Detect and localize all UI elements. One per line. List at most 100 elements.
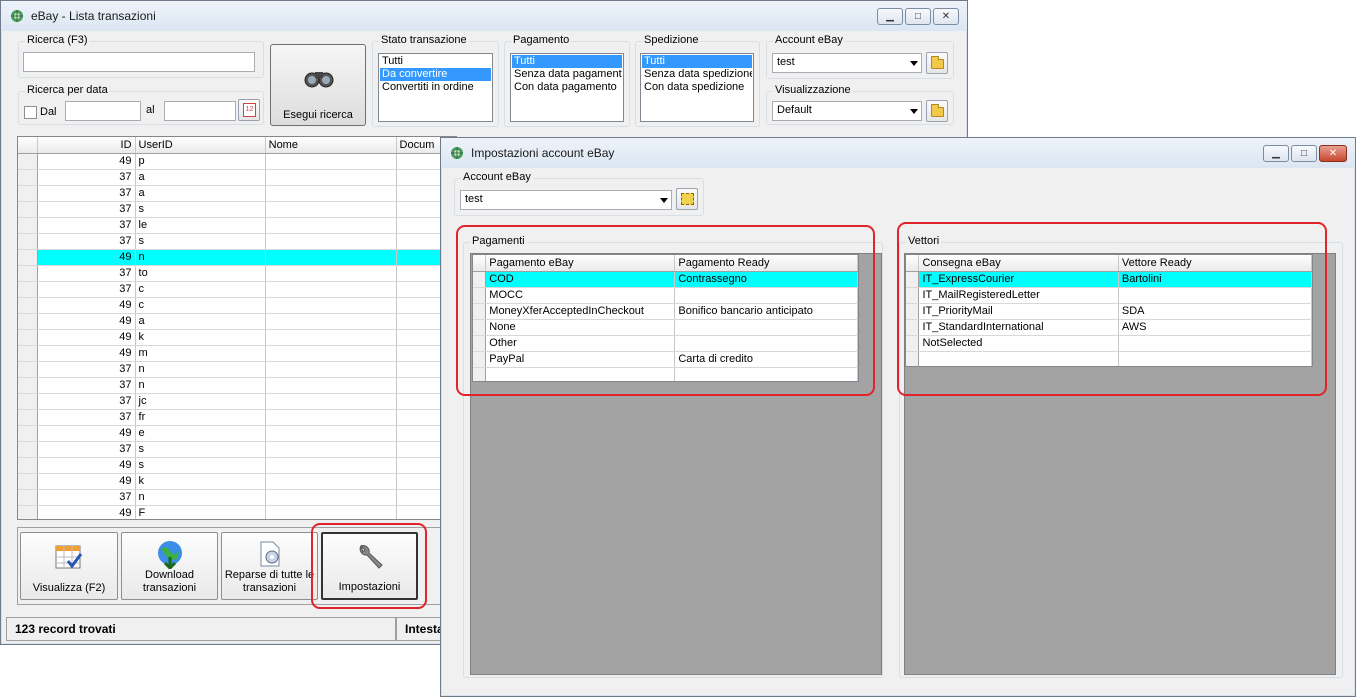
reparse-button[interactable]: Reparse di tutte le transazioni [221, 532, 318, 600]
close-button[interactable]: ✕ [1319, 145, 1347, 162]
view-folder-button[interactable] [926, 100, 948, 122]
id-cell[interactable]: 37 [37, 233, 136, 250]
table-row[interactable]: 49 a [18, 313, 456, 330]
table-row[interactable]: 37 s [18, 201, 456, 218]
row-header[interactable] [18, 377, 39, 394]
id-cell[interactable]: 49 [37, 249, 136, 266]
row-header[interactable] [18, 249, 39, 266]
userid-cell[interactable]: s [135, 441, 266, 458]
maximize-button[interactable]: □ [905, 8, 931, 25]
userid-cell[interactable]: a [135, 185, 266, 202]
nome-cell[interactable] [265, 409, 397, 426]
table-row[interactable]: 49 k [18, 329, 456, 346]
userid-cell[interactable]: n [135, 361, 266, 378]
id-cell[interactable]: 49 [37, 313, 136, 330]
status-option[interactable]: Convertiti in ordine [380, 81, 491, 94]
shipping-option[interactable]: Tutti [642, 55, 752, 68]
id-cell[interactable]: 37 [37, 361, 136, 378]
userid-cell[interactable]: n [135, 249, 266, 266]
nome-cell[interactable] [265, 313, 397, 330]
row-header[interactable] [18, 281, 39, 298]
userid-cell[interactable]: to [135, 265, 266, 282]
userid-cell[interactable]: a [135, 169, 266, 186]
id-cell[interactable]: 49 [37, 457, 136, 474]
table-row[interactable]: 37 a [18, 169, 456, 186]
account-select[interactable]: test [772, 53, 922, 73]
nome-cell[interactable] [265, 169, 397, 186]
table-row[interactable]: 49 p [18, 153, 456, 170]
userid-cell[interactable]: m [135, 345, 266, 362]
nome-cell[interactable] [265, 297, 397, 314]
view-select[interactable]: Default [772, 101, 922, 121]
row-header[interactable] [18, 489, 39, 506]
id-cell[interactable]: 37 [37, 265, 136, 282]
nome-cell[interactable] [265, 249, 397, 266]
table-row[interactable]: 37 n [18, 489, 456, 506]
shipping-option[interactable]: Senza data spedizione [642, 68, 752, 81]
dialog-account-button[interactable] [676, 188, 698, 210]
table-row[interactable]: 37 jc [18, 393, 456, 410]
nome-cell[interactable] [265, 441, 397, 458]
id-cell[interactable]: 37 [37, 201, 136, 218]
userid-cell[interactable]: jc [135, 393, 266, 410]
userid-cell[interactable]: e [135, 425, 266, 442]
id-cell[interactable]: 37 [37, 393, 136, 410]
nome-cell[interactable] [265, 473, 397, 490]
row-header[interactable] [18, 393, 39, 410]
table-row[interactable]: 37 n [18, 361, 456, 378]
id-cell[interactable]: 49 [37, 425, 136, 442]
row-header[interactable] [18, 153, 39, 170]
id-cell[interactable]: 49 [37, 505, 136, 519]
row-header[interactable] [18, 313, 39, 330]
download-button[interactable]: Download transazioni [121, 532, 218, 600]
id-cell[interactable]: 49 [37, 329, 136, 346]
table-row[interactable]: 49 k [18, 473, 456, 490]
nome-cell[interactable] [265, 265, 397, 282]
userid-cell[interactable]: fr [135, 409, 266, 426]
table-row[interactable]: 49 c [18, 297, 456, 314]
userid-cell[interactable]: c [135, 297, 266, 314]
payment-option[interactable]: Senza data pagamento [512, 68, 622, 81]
userid-cell[interactable]: p [135, 153, 266, 170]
column-header-id[interactable]: ID [37, 137, 136, 154]
nome-cell[interactable] [265, 281, 397, 298]
column-header-nome[interactable]: Nome [265, 137, 397, 154]
nome-cell[interactable] [265, 457, 397, 474]
payment-option[interactable]: Tutti [512, 55, 622, 68]
id-cell[interactable]: 37 [37, 281, 136, 298]
nome-cell[interactable] [265, 425, 397, 442]
id-cell[interactable]: 37 [37, 441, 136, 458]
userid-cell[interactable]: s [135, 201, 266, 218]
id-cell[interactable]: 37 [37, 377, 136, 394]
row-header[interactable] [18, 345, 39, 362]
payment-option[interactable]: Con data pagamento [512, 81, 622, 94]
table-row[interactable]: 49 n [18, 249, 456, 266]
id-cell[interactable]: 49 [37, 473, 136, 490]
row-header[interactable] [18, 265, 39, 282]
row-header[interactable] [18, 441, 39, 458]
maximize-button[interactable]: □ [1291, 145, 1317, 162]
userid-cell[interactable]: s [135, 457, 266, 474]
minimize-button[interactable]: ▁ [877, 8, 903, 25]
payment-listbox[interactable]: Tutti Senza data pagamento Con data paga… [510, 53, 624, 122]
transactions-grid[interactable]: ID UserID Nome Docum 49 p 37 a 37 a 37 s 37 le 37 s… [17, 136, 457, 520]
row-header[interactable] [18, 233, 39, 250]
date-from-checkbox[interactable] [24, 106, 37, 119]
shipping-listbox[interactable]: Tutti Senza data spedizione Con data spe… [640, 53, 754, 122]
row-header[interactable] [18, 185, 39, 202]
column-header-userid[interactable]: UserID [135, 137, 266, 154]
id-cell[interactable]: 49 [37, 297, 136, 314]
nome-cell[interactable] [265, 505, 397, 519]
account-folder-button[interactable] [926, 52, 948, 74]
userid-cell[interactable]: s [135, 233, 266, 250]
table-row[interactable]: 37 n [18, 377, 456, 394]
userid-cell[interactable]: c [135, 281, 266, 298]
search-button[interactable]: Esegui ricerca [270, 44, 366, 126]
status-option[interactable]: Tutti [380, 55, 491, 68]
nome-cell[interactable] [265, 345, 397, 362]
nome-cell[interactable] [265, 233, 397, 250]
table-row[interactable]: 37 fr [18, 409, 456, 426]
row-header[interactable] [18, 409, 39, 426]
nome-cell[interactable] [265, 377, 397, 394]
userid-cell[interactable]: k [135, 473, 266, 490]
